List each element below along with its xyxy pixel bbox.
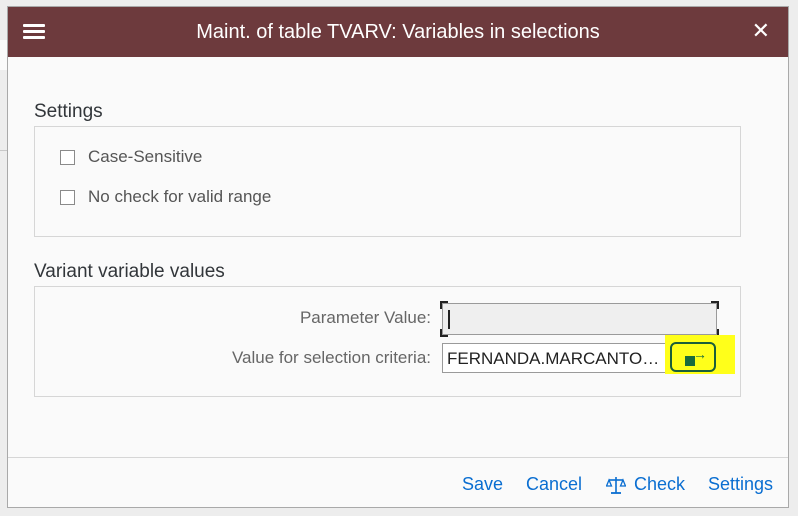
check-button-label: Check [634,474,686,494]
check-button[interactable]: Check [606,474,685,495]
settings-group [34,126,741,237]
no-check-checkbox[interactable] [60,189,75,205]
dialog-titlebar: Maint. of table TVARV: Variables in sele… [8,7,788,57]
dialog-footer: Save Cancel Check Settings [8,457,788,509]
case-sensitive-checkbox[interactable] [60,149,75,165]
no-check-row[interactable]: No check for valid range [60,187,271,207]
parameter-value-input[interactable] [440,301,719,337]
selection-criteria-label: Value for selection criteria: [231,348,431,367]
selection-criteria-input[interactable]: FERNANDA.MARCANTONI... [442,343,668,373]
focus-corner-tl [440,301,448,309]
variant-section-title: Variant variable values [34,261,225,282]
no-check-label: No check for valid range [88,187,272,206]
parameter-value-label: Parameter Value: [299,308,431,327]
save-button[interactable]: Save [462,474,503,495]
focus-corner-bl [440,329,448,337]
scale-icon [606,476,626,494]
focus-corner-tr [711,301,719,309]
cancel-button[interactable]: Cancel [526,474,582,495]
close-icon[interactable]: ✕ [752,20,770,42]
case-sensitive-label: Case-Sensitive [88,147,203,166]
settings-section-title: Settings [34,101,103,122]
dialog-title: Maint. of table TVARV: Variables in sele… [196,21,600,43]
text-cursor [448,310,450,329]
multiple-selection-button[interactable]: → [670,342,716,372]
case-sensitive-row[interactable]: Case-Sensitive [60,147,202,167]
arrow-icon: → [693,346,707,362]
settings-button[interactable]: Settings [708,474,773,495]
tvarv-dialog: Maint. of table TVARV: Variables in sele… [7,6,789,508]
